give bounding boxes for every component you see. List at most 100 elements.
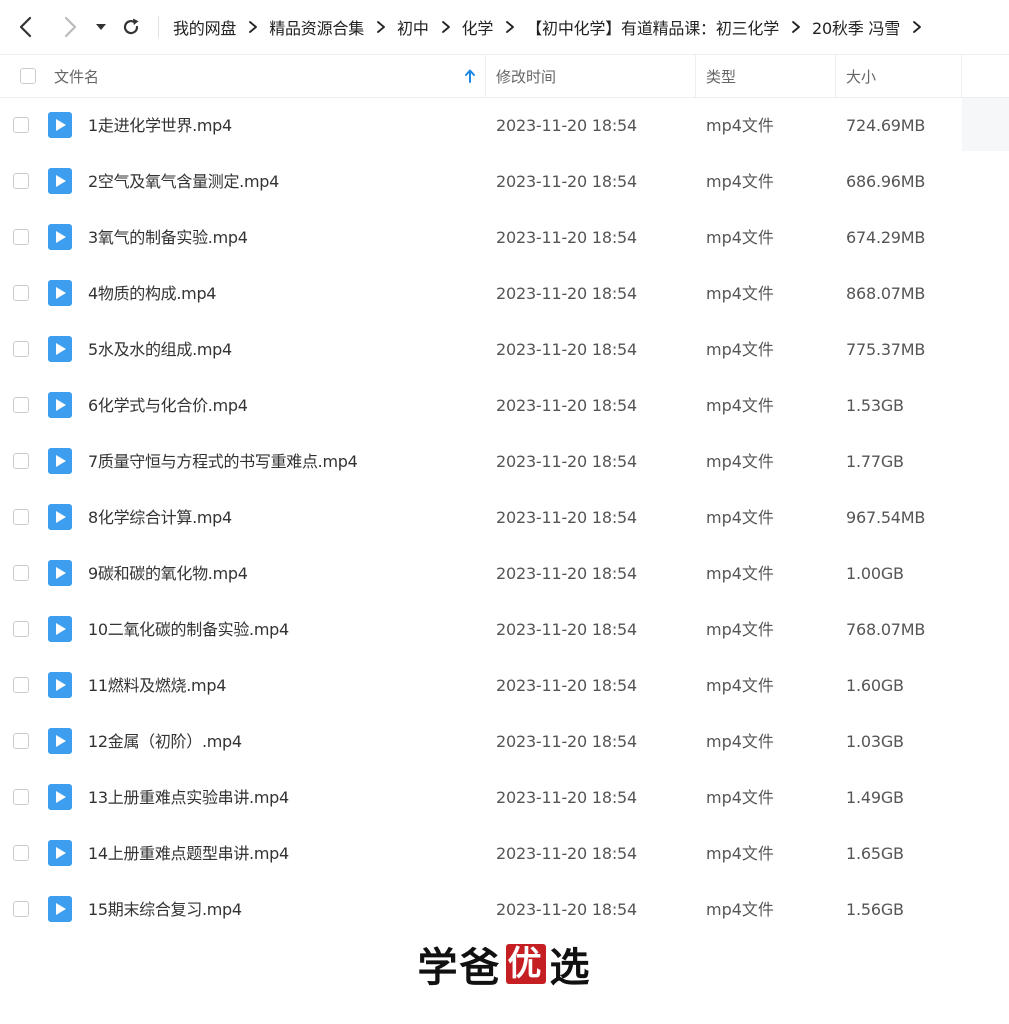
video-file-icon [48,336,72,362]
row-checkbox[interactable] [13,341,29,357]
table-row[interactable]: 9碳和碳的氧化物.mp4 2023-11-20 18:54 mp4文件 1.00… [0,546,962,602]
column-header-type-label: 类型 [706,67,737,86]
file-name[interactable]: 1走进化学世界.mp4 [88,98,232,154]
file-name[interactable]: 5水及水的组成.mp4 [88,322,232,378]
file-name[interactable]: 14上册重难点题型串讲.mp4 [88,826,289,882]
row-checkbox[interactable] [13,509,29,525]
row-checkbox[interactable] [13,845,29,861]
video-file-icon [48,728,72,754]
file-modified-time: 2023-11-20 18:54 [496,564,637,583]
file-name[interactable]: 10二氧化碳的制备实验.mp4 [88,602,289,658]
column-divider[interactable] [695,55,696,97]
row-checkbox[interactable] [13,677,29,693]
file-size: 868.07MB [846,284,926,303]
file-name[interactable]: 2空气及氧气含量测定.mp4 [88,154,279,210]
row-checkbox-cell [13,565,29,581]
watermark-text-2: 选 [549,945,592,991]
row-checkbox-cell [13,341,29,357]
column-header-name[interactable]: 文件名 [54,55,484,97]
video-file-icon [48,224,72,250]
file-modified-time: 2023-11-20 18:54 [496,676,637,695]
file-type: mp4文件 [706,284,774,303]
file-name[interactable]: 15期末综合复习.mp4 [88,882,242,938]
file-modified-time: 2023-11-20 18:54 [496,172,637,191]
table-row[interactable]: 7质量守恒与方程式的书写重难点.mp4 2023-11-20 18:54 mp4… [0,434,962,490]
row-checkbox[interactable] [13,397,29,413]
table-row[interactable]: 15期末综合复习.mp4 2023-11-20 18:54 mp4文件 1.56… [0,882,962,938]
row-checkbox-cell [13,173,29,189]
table-row[interactable]: 3氧气的制备实验.mp4 2023-11-20 18:54 mp4文件 674.… [0,210,962,266]
breadcrumb-item-course[interactable]: 【初中化学】有道精品课：初三化学 [526,15,779,39]
table-row[interactable]: 8化学综合计算.mp4 2023-11-20 18:54 mp4文件 967.5… [0,490,962,546]
table-row[interactable]: 6化学式与化合价.mp4 2023-11-20 18:54 mp4文件 1.53… [0,378,962,434]
table-row[interactable]: 14上册重难点题型串讲.mp4 2023-11-20 18:54 mp4文件 1… [0,826,962,882]
file-size: 1.65GB [846,844,904,863]
row-checkbox[interactable] [13,621,29,637]
column-divider[interactable] [835,55,836,97]
column-divider[interactable] [485,55,486,97]
file-name[interactable]: 12金属（初阶）.mp4 [88,714,242,770]
chevron-right-icon [248,20,258,34]
file-type: mp4文件 [706,788,774,807]
row-checkbox[interactable] [13,117,29,133]
file-name[interactable]: 3氧气的制备实验.mp4 [88,210,248,266]
table-row[interactable]: 5水及水的组成.mp4 2023-11-20 18:54 mp4文件 775.3… [0,322,962,378]
file-size: 674.29MB [846,228,926,247]
column-header-time[interactable]: 修改时间 [496,55,691,97]
file-size: 1.60GB [846,676,904,695]
chevron-right-icon [791,20,801,34]
back-button[interactable] [12,13,40,41]
file-size: 775.37MB [846,340,926,359]
row-checkbox-cell [13,901,29,917]
row-checkbox[interactable] [13,901,29,917]
breadcrumb-item-current-folder[interactable]: 20秋季 冯雪 [812,15,900,39]
file-name[interactable]: 13上册重难点实验串讲.mp4 [88,770,289,826]
watermark-logo: 学爸 优 选 [0,934,1009,994]
file-name[interactable]: 7质量守恒与方程式的书写重难点.mp4 [88,434,358,490]
table-row[interactable]: 4物质的构成.mp4 2023-11-20 18:54 mp4文件 868.07… [0,266,962,322]
row-checkbox[interactable] [13,173,29,189]
watermark-text-1: 学爸 [417,945,502,991]
table-row[interactable]: 11燃料及燃烧.mp4 2023-11-20 18:54 mp4文件 1.60G… [0,658,962,714]
row-checkbox[interactable] [13,285,29,301]
forward-button[interactable] [56,13,84,41]
table-row[interactable]: 12金属（初阶）.mp4 2023-11-20 18:54 mp4文件 1.03… [0,714,962,770]
file-size: 1.77GB [846,452,904,471]
file-name[interactable]: 4物质的构成.mp4 [88,266,217,322]
file-type: mp4文件 [706,172,774,191]
file-type: mp4文件 [706,620,774,639]
breadcrumb-item-collection[interactable]: 精品资源合集 [269,15,364,39]
row-checkbox[interactable] [13,565,29,581]
column-header-name-label: 文件名 [54,67,100,86]
select-all-checkbox[interactable] [20,68,36,84]
file-name[interactable]: 9碳和碳的氧化物.mp4 [88,546,248,602]
file-type: mp4文件 [706,508,774,527]
file-list-header: 文件名 修改时间 类型 大小 [0,55,962,98]
file-name[interactable]: 11燃料及燃烧.mp4 [88,658,226,714]
row-checkbox[interactable] [13,229,29,245]
row-checkbox-cell [13,117,29,133]
table-row[interactable]: 2空气及氧气含量测定.mp4 2023-11-20 18:54 mp4文件 68… [0,154,962,210]
table-row[interactable]: 13上册重难点实验串讲.mp4 2023-11-20 18:54 mp4文件 1… [0,770,962,826]
breadcrumb-item-junior-high[interactable]: 初中 [397,15,429,39]
file-modified-time: 2023-11-20 18:54 [496,508,637,527]
file-modified-time: 2023-11-20 18:54 [496,228,637,247]
file-name[interactable]: 6化学式与化合价.mp4 [88,378,248,434]
column-header-size[interactable]: 大小 [846,55,956,97]
breadcrumb-item-chemistry[interactable]: 化学 [462,15,494,39]
refresh-button[interactable] [117,13,145,41]
file-modified-time: 2023-11-20 18:54 [496,844,637,863]
file-type: mp4文件 [706,452,774,471]
file-name[interactable]: 8化学综合计算.mp4 [88,490,232,546]
row-checkbox[interactable] [13,733,29,749]
table-row[interactable]: 1走进化学世界.mp4 2023-11-20 18:54 mp4文件 724.6… [0,98,962,154]
column-header-type[interactable]: 类型 [706,55,831,97]
row-checkbox[interactable] [13,453,29,469]
row-checkbox[interactable] [13,789,29,805]
file-size: 1.03GB [846,732,904,751]
video-file-icon [48,168,72,194]
video-file-icon [48,840,72,866]
table-row[interactable]: 10二氧化碳的制备实验.mp4 2023-11-20 18:54 mp4文件 7… [0,602,962,658]
breadcrumb-item-my-drive[interactable]: 我的网盘 [173,15,236,39]
history-dropdown-button[interactable] [90,13,112,41]
